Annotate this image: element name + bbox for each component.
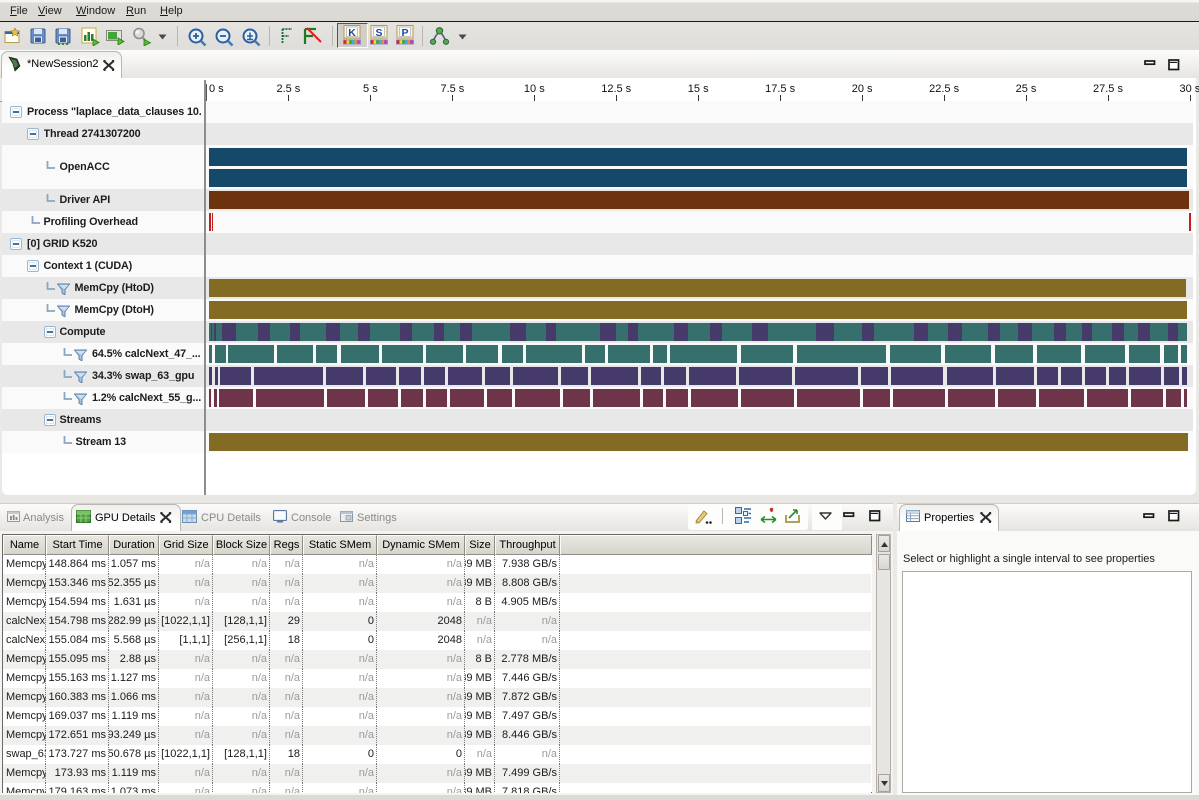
svg-text:K: K: [348, 27, 356, 39]
svg-text:P: P: [401, 27, 408, 39]
svg-text:S: S: [375, 27, 382, 39]
